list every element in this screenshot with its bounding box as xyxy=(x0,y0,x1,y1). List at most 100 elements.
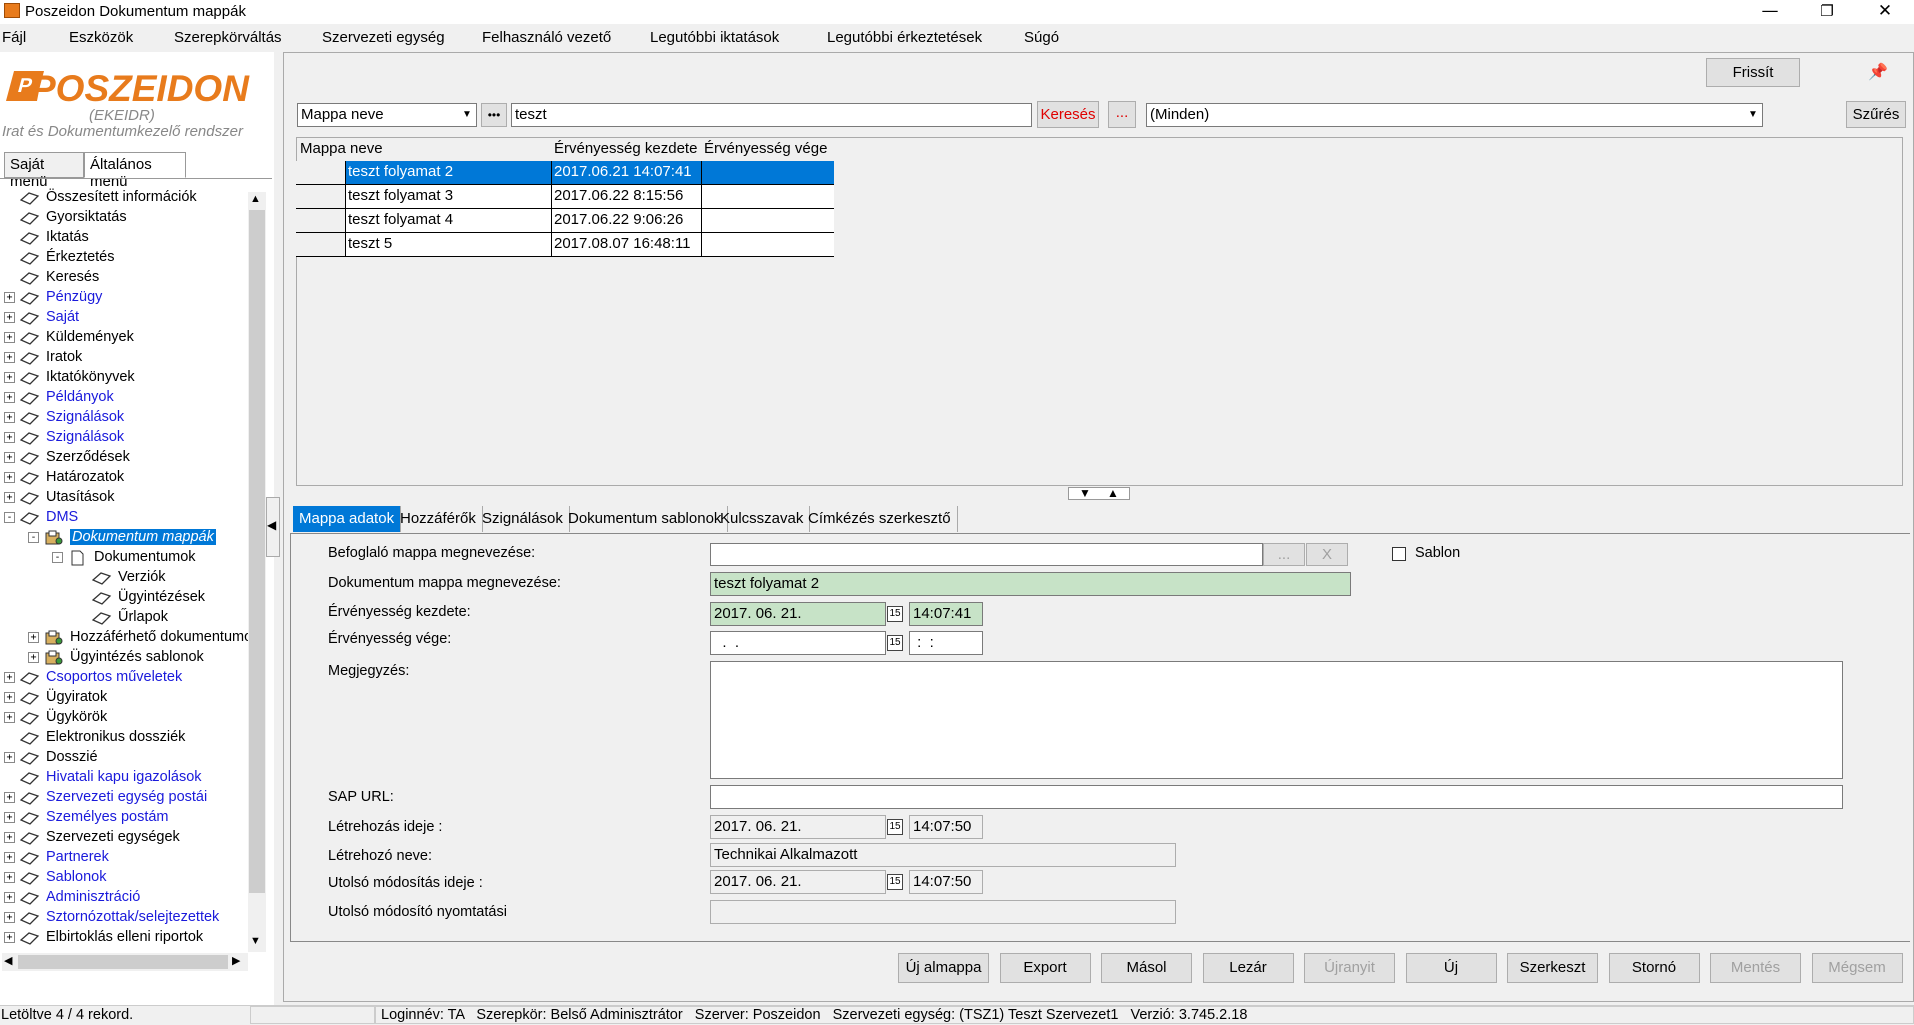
row-selector[interactable] xyxy=(296,185,345,208)
table-row[interactable]: teszt folyamat 4 2017.06.22 9:06:26 xyxy=(296,209,834,233)
tab-label-editor[interactable]: Címkézés szerkesztő xyxy=(802,506,958,532)
search-button[interactable]: Keresés xyxy=(1037,101,1099,128)
pane-collapse-handle[interactable]: ◀ xyxy=(266,497,280,557)
expand-icon[interactable]: + xyxy=(4,932,15,943)
copy-button[interactable]: Másol xyxy=(1101,953,1192,983)
tab-general-menu[interactable]: Általános menü xyxy=(84,152,186,190)
expand-icon[interactable]: + xyxy=(4,352,15,363)
collapse-icon[interactable]: - xyxy=(28,532,39,543)
expand-icon[interactable]: + xyxy=(4,492,15,503)
row-selector[interactable] xyxy=(296,233,345,256)
expand-icon[interactable]: + xyxy=(4,872,15,883)
export-button[interactable]: Export xyxy=(999,953,1091,983)
expand-icon[interactable]: + xyxy=(4,752,15,763)
search-input[interactable]: teszt xyxy=(511,103,1032,127)
tab-own-menu[interactable]: Saját menü xyxy=(4,152,84,190)
save-button[interactable]: Mentés xyxy=(1710,953,1801,983)
parent-folder-browse-button[interactable]: ... xyxy=(1263,543,1305,566)
column-header-valid-to[interactable]: Érvényesség vége xyxy=(704,140,827,157)
expand-icon[interactable]: + xyxy=(4,372,15,383)
close-folder-button[interactable]: Lezár xyxy=(1202,953,1294,983)
folder-name-field[interactable]: teszt folyamat 2 xyxy=(710,572,1351,596)
expand-icon[interactable]: + xyxy=(4,452,15,463)
valid-to-date-field[interactable]: . . xyxy=(710,631,886,655)
scroll-up-icon[interactable]: ▲ xyxy=(250,193,261,205)
pin-icon[interactable]: 📌 xyxy=(1868,62,1888,82)
tree-scroll-thumb[interactable] xyxy=(249,210,265,893)
menu-tools[interactable]: Eszközök xyxy=(69,29,133,46)
calendar-icon[interactable]: 15 xyxy=(887,635,903,651)
expand-icon[interactable]: + xyxy=(4,712,15,723)
expand-icon[interactable]: + xyxy=(28,632,39,643)
menu-help[interactable]: Súgó xyxy=(1024,29,1059,46)
edit-button[interactable]: Szerkeszt xyxy=(1507,953,1598,983)
expand-icon[interactable]: + xyxy=(4,412,15,423)
scroll-right-icon[interactable]: ▶ xyxy=(232,954,240,967)
filter-button[interactable]: Szűrés xyxy=(1846,101,1906,128)
expand-icon[interactable]: + xyxy=(4,392,15,403)
scroll-down-icon[interactable]: ▼ xyxy=(250,935,261,947)
expand-icon[interactable]: + xyxy=(4,672,15,683)
column-header-valid-from[interactable]: Érvényesség kezdete xyxy=(554,140,697,157)
menu-role-switch[interactable]: Szerepkörváltás xyxy=(174,29,282,46)
valid-to-time-field[interactable]: : : xyxy=(909,631,983,655)
collapse-icon[interactable]: - xyxy=(4,512,15,523)
expand-icon[interactable]: + xyxy=(4,892,15,903)
sap-url-field[interactable] xyxy=(710,785,1843,809)
valid-from-time-field[interactable]: 14:07:41 xyxy=(909,602,983,626)
parent-folder-field[interactable] xyxy=(710,543,1263,566)
calendar-icon[interactable]: 15 xyxy=(887,606,903,622)
expand-icon[interactable]: + xyxy=(4,832,15,843)
table-row[interactable]: teszt folyamat 3 2017.06.22 8:15:56 xyxy=(296,185,834,209)
restore-button[interactable]: ❐ xyxy=(1797,0,1857,24)
tree-hscroll-thumb[interactable] xyxy=(18,955,228,969)
parent-folder-clear-button[interactable]: X xyxy=(1306,543,1348,566)
new-button[interactable]: Új xyxy=(1405,953,1497,983)
notes-textarea[interactable] xyxy=(710,661,1843,779)
close-button[interactable]: ✕ xyxy=(1855,0,1914,24)
expand-icon[interactable]: + xyxy=(4,692,15,703)
menu-recent-filings[interactable]: Legutóbbi iktatások xyxy=(650,29,779,46)
search-more-button[interactable]: ... xyxy=(1108,101,1136,128)
tab-folder-data[interactable]: Mappa adatok xyxy=(293,506,402,532)
expand-icon[interactable]: + xyxy=(4,852,15,863)
panel-splitter[interactable]: ▼ ▲ xyxy=(1068,486,1130,500)
collapse-icon[interactable]: - xyxy=(52,552,63,563)
scroll-left-icon[interactable]: ◀ xyxy=(4,954,12,967)
menu-user-manager[interactable]: Felhasználó vezető xyxy=(482,29,611,46)
new-subfolder-button[interactable]: Új almappa xyxy=(898,953,989,983)
menu-file[interactable]: Fájl xyxy=(2,29,26,46)
expand-icon[interactable]: + xyxy=(28,652,39,663)
table-row[interactable]: teszt folyamat 2 2017.06.21 14:07:41 xyxy=(296,161,834,185)
expand-icon[interactable]: + xyxy=(4,432,15,443)
expand-icon[interactable]: + xyxy=(4,472,15,483)
tab-assignments[interactable]: Szignálások xyxy=(476,506,570,532)
menu-recent-arrivals[interactable]: Legutóbbi érkeztetések xyxy=(827,29,982,46)
template-checkbox[interactable] xyxy=(1392,547,1406,561)
table-row[interactable]: teszt 5 2017.08.07 16:48:11 xyxy=(296,233,834,257)
menu-org-unit[interactable]: Szervezeti egység xyxy=(322,29,445,46)
refresh-button[interactable]: Frissít xyxy=(1706,58,1800,87)
tab-access[interactable]: Hozzáférők xyxy=(394,506,483,532)
column-header-name[interactable]: Mappa neve xyxy=(300,140,383,157)
expand-icon[interactable]: + xyxy=(4,312,15,323)
expand-up-icon[interactable]: ▲ xyxy=(1107,486,1119,500)
expand-icon[interactable]: + xyxy=(4,812,15,823)
expand-icon[interactable]: + xyxy=(4,292,15,303)
row-selector[interactable] xyxy=(296,161,345,184)
expand-icon[interactable]: + xyxy=(4,792,15,803)
reopen-button[interactable]: Újranyit xyxy=(1304,953,1395,983)
tab-keywords[interactable]: Kulcsszavak xyxy=(714,506,811,532)
cancel-button[interactable]: Mégsem xyxy=(1811,953,1903,983)
minimize-button[interactable]: — xyxy=(1740,0,1800,24)
cancel-record-button[interactable]: Stornó xyxy=(1608,953,1700,983)
row-selector[interactable] xyxy=(296,209,345,232)
expand-icon[interactable]: + xyxy=(4,912,15,923)
search-field-select[interactable]: Mappa neve ▼ xyxy=(297,103,477,127)
valid-from-date-field[interactable]: 2017. 06. 21. xyxy=(710,602,886,626)
collapse-down-icon[interactable]: ▼ xyxy=(1079,486,1091,500)
expand-icon[interactable]: + xyxy=(4,332,15,343)
field-options-button[interactable]: ••• xyxy=(481,103,507,127)
filter-select[interactable]: (Minden) ▼ xyxy=(1146,103,1763,127)
tab-document-templates[interactable]: Dokumentum sablonok xyxy=(562,506,729,532)
